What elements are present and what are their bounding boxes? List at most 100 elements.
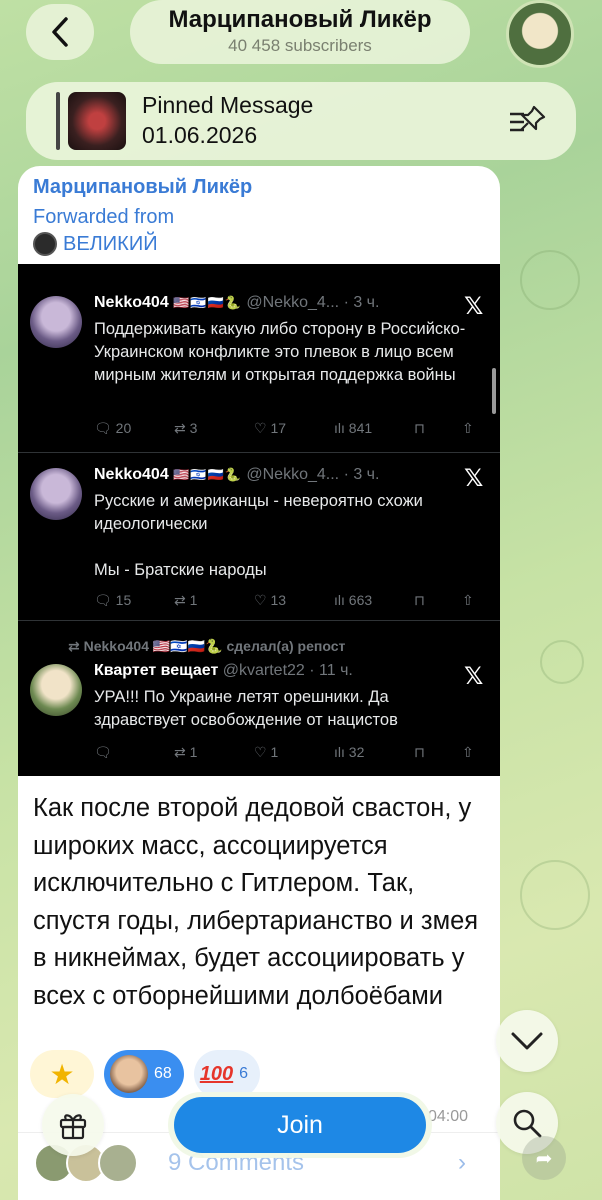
share-icon: ⇧ <box>462 420 474 436</box>
star-icon: ★ <box>49 1058 75 1090</box>
like-count: ♡ 1 <box>254 744 279 760</box>
heart-icon: ♡ <box>254 744 267 760</box>
forward-message-button[interactable]: ➦ <box>522 1136 566 1180</box>
subscriber-count: 40 458 subscribers <box>228 36 372 55</box>
join-button[interactable]: Join <box>174 1097 426 1153</box>
bookmark-icon: ⊓ <box>414 420 425 436</box>
like-count: ♡ 13 <box>254 592 287 608</box>
share-icon: ⇧ <box>462 592 474 608</box>
chevron-down-icon <box>511 1032 543 1050</box>
forwarded-label: Forwarded from <box>33 206 175 228</box>
chevron-right-icon: › <box>458 1149 466 1176</box>
custom-emoji-face <box>110 1055 148 1093</box>
tweet-text-line: Мы - Братские народы <box>94 561 267 579</box>
divider <box>18 620 500 621</box>
message-text: Как после второй дедовой свастон, у широ… <box>33 794 479 1010</box>
reply-icon: 🗨 <box>94 744 112 760</box>
tweet-text: УРА!!! По Украине летят орешники. Да здр… <box>94 688 398 729</box>
gift-button[interactable] <box>42 1094 104 1156</box>
tweet-screenshot-image[interactable]: Nekko404 🇺🇸🇮🇱🇷🇺🐍 @Nekko_4... · 3 ч. 𝕏 По… <box>18 264 500 776</box>
scroll-down-button[interactable] <box>496 1010 558 1072</box>
repost-count: ⇄ 1 <box>174 592 198 608</box>
tweet-actions: 🗨 15 ⇄ 1 ♡ 13 ılı 663 ⊓ ⇧ <box>94 592 494 609</box>
chart-icon: ılı <box>334 420 345 436</box>
message-time: 04:00 <box>428 1108 469 1125</box>
tweet-handle: @kvartet22 <box>222 662 305 679</box>
channel-title[interactable]: Марципановый Ликёр 40 458 subscribers <box>130 0 470 64</box>
tweet-time: · 3 ч. <box>343 294 380 311</box>
divider <box>18 452 500 453</box>
pinned-title: Pinned Message <box>142 92 314 118</box>
pinned-message-bar[interactable]: Pinned Message 01.06.2026 <box>26 82 576 160</box>
repost-icon: ⇄ <box>174 744 186 760</box>
view-count: ılı 32 <box>334 744 365 760</box>
bookmark-icon: ⊓ <box>414 592 425 608</box>
chart-icon: ılı <box>334 744 345 760</box>
tweet-card: ⇄ Nekko404 🇺🇸🇮🇱🇷🇺🐍 сделал(а) репост Квар… <box>18 622 500 776</box>
reply-icon: 🗨 <box>94 592 112 608</box>
reply-count: 🗨 <box>94 744 174 761</box>
pin-list-icon[interactable] <box>508 104 548 138</box>
back-button[interactable] <box>26 4 94 60</box>
repost-icon: ⇄ <box>174 420 186 436</box>
tweet-card: Nekko404 🇺🇸🇮🇱🇷🇺🐍 @Nekko_4... · 3 ч. 𝕏 По… <box>18 264 500 454</box>
tweet-text: Русские и американцы - невероятно схожи … <box>94 490 484 582</box>
gift-icon <box>59 1114 87 1140</box>
channel-avatar[interactable] <box>506 0 574 68</box>
reaction-count: 6 <box>239 1065 249 1082</box>
background-doodle <box>520 860 590 930</box>
share-icon: ⇧ <box>462 744 474 760</box>
tweet-avatar <box>30 296 82 348</box>
view-count: ılı 663 <box>334 592 373 608</box>
tweet-handle: @Nekko_4... <box>246 294 340 311</box>
tweet-actions: 🗨 ⇄ 1 ♡ 1 ılı 32 ⊓ ⇧ <box>94 744 494 761</box>
pinned-date: 01.06.2026 <box>142 122 258 148</box>
tweet-avatar <box>30 468 82 520</box>
tweet-handle: @Nekko_4... <box>246 466 340 483</box>
tweet-card: Nekko404 🇺🇸🇮🇱🇷🇺🐍 @Nekko_4... · 3 ч. 𝕏 Ру… <box>18 454 500 622</box>
reply-icon: 🗨 <box>94 420 112 436</box>
pinned-indicator <box>56 92 60 150</box>
message-bubble[interactable]: Марципановый Ликёр Forwarded from ВЕЛИКИ… <box>18 166 500 1200</box>
repost-notice: ⇄ Nekko404 🇺🇸🇮🇱🇷🇺🐍 сделал(а) репост <box>68 638 346 654</box>
tweet-avatar <box>30 664 82 716</box>
message-sender[interactable]: Марципановый Ликёр <box>33 176 252 199</box>
view-count: ılı 841 <box>334 420 373 436</box>
forwarded-source[interactable]: ВЕЛИКИЙ <box>33 232 158 256</box>
commenter-avatar <box>98 1143 138 1183</box>
background-doodle <box>540 640 584 684</box>
tweet-text: Поддерживать какую либо сторону в Россий… <box>94 320 466 384</box>
custom-reaction-button[interactable]: 68 <box>104 1050 184 1098</box>
chevron-left-icon <box>52 17 68 47</box>
heart-icon: ♡ <box>254 592 267 608</box>
like-count: ♡ 17 <box>254 420 287 436</box>
x-logo-icon: 𝕏 <box>464 293 484 320</box>
forward-icon: ➦ <box>535 1147 553 1170</box>
tweet-time: · 11 ч. <box>309 662 353 679</box>
hundred-reaction-button[interactable]: 100 6 <box>193 1050 261 1098</box>
tweet-author: Nekko404 <box>94 294 169 311</box>
tweet-actions: 🗨 20 ⇄ 3 ♡ 17 ılı 841 ⊓ ⇧ <box>94 420 494 437</box>
tweet-time: · 3 ч. <box>343 466 380 483</box>
heart-icon: ♡ <box>254 420 267 436</box>
tweet-text-line: Русские и американцы - невероятно схожи … <box>94 492 423 533</box>
chat-header: Марципановый Ликёр 40 458 subscribers <box>0 0 602 80</box>
join-bar: Join <box>168 1092 432 1158</box>
search-icon <box>513 1109 542 1138</box>
reactions-row: ★ 68 100 6 <box>30 1050 261 1098</box>
repost-count: ⇄ 3 <box>174 420 198 436</box>
tweet-author-line: Квартет вещает @kvartet22 · 11 ч. <box>94 662 353 680</box>
bookmark-icon: ⊓ <box>414 744 425 760</box>
chart-icon: ılı <box>334 592 345 608</box>
background-doodle <box>520 250 580 310</box>
source-avatar <box>33 232 57 256</box>
reply-count: 🗨 15 <box>94 592 132 608</box>
tweet-author: Nekko404 <box>94 466 169 483</box>
tweet-flags: 🇺🇸🇮🇱🇷🇺🐍 <box>173 467 242 482</box>
reply-count: 🗨 20 <box>94 420 132 436</box>
repost-icon: ⇄ <box>68 638 80 654</box>
repost-count: ⇄ 1 <box>174 744 198 760</box>
tweet-flags: 🇺🇸🇮🇱🇷🇺🐍 <box>173 295 242 310</box>
paid-star-reaction[interactable]: ★ <box>30 1050 94 1098</box>
tweet-author-line: Nekko404 🇺🇸🇮🇱🇷🇺🐍 @Nekko_4... · 3 ч. <box>94 294 379 312</box>
